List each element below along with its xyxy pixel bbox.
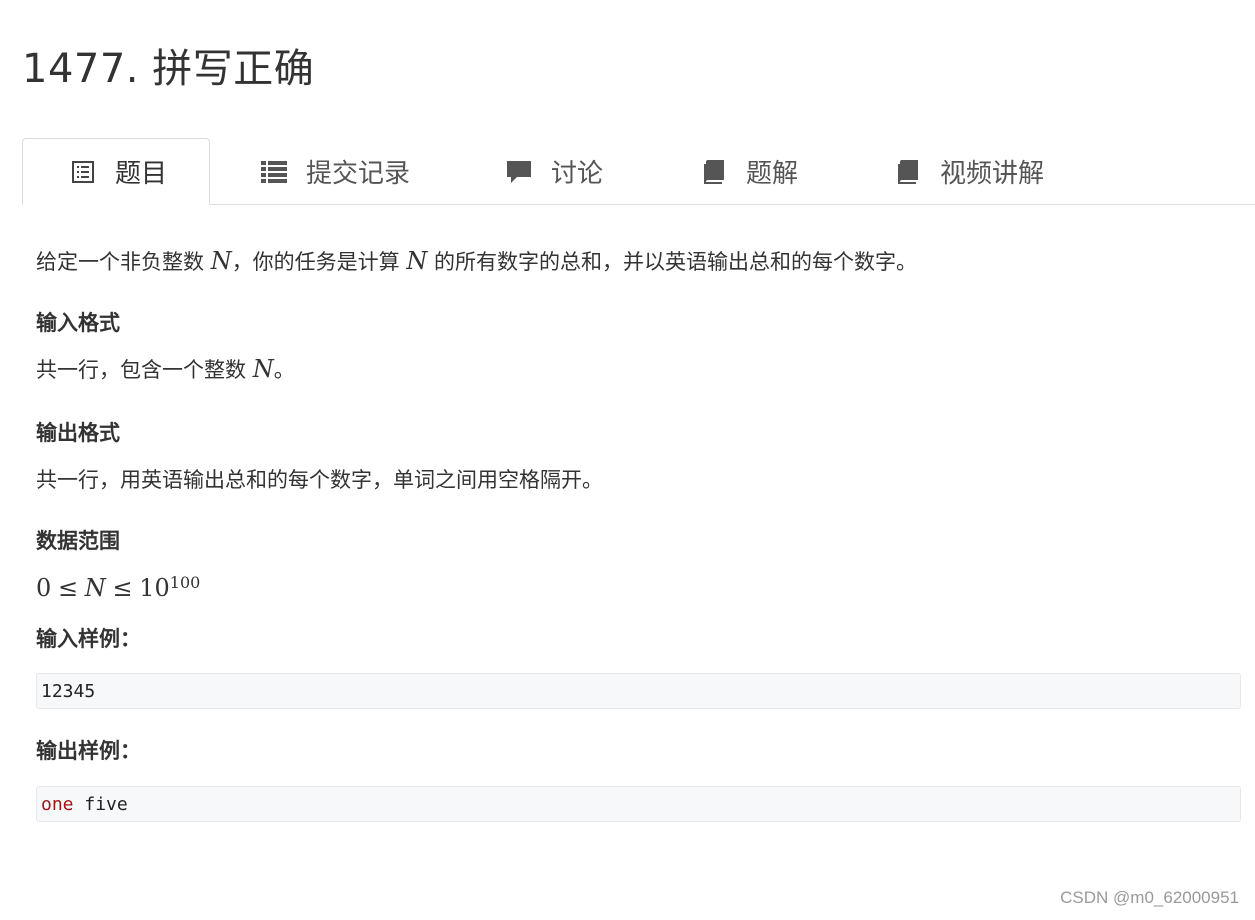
book-icon bbox=[700, 158, 728, 186]
constraints-formula: 0 ≤ N ≤ 10100 bbox=[36, 573, 201, 602]
input-format-heading: 输入格式 bbox=[36, 311, 120, 335]
constraints-heading: 数据范围 bbox=[36, 529, 120, 553]
tab-label: 视频讲解 bbox=[940, 159, 1045, 189]
list-alt-icon bbox=[69, 158, 97, 186]
tab-solutions[interactable]: 题解 bbox=[700, 138, 798, 205]
tab-video-solutions[interactable]: 视频讲解 bbox=[894, 138, 1044, 205]
page-title: 1477. 拼写正确 bbox=[22, 46, 315, 92]
sample-input-code[interactable]: 12345 bbox=[36, 673, 1241, 709]
watermark: CSDN @m0_62000951 bbox=[1060, 888, 1239, 907]
math-var: N bbox=[252, 355, 274, 383]
math-var: N bbox=[406, 247, 428, 275]
tab-discussion[interactable]: 讨论 bbox=[505, 138, 603, 205]
problem-description: 给定一个非负整数 N，你的任务是计算 N 的所有数字的总和，并以英语输出总和的每… bbox=[36, 247, 918, 275]
output-format-heading: 输出格式 bbox=[36, 421, 120, 445]
tab-label: 题目 bbox=[115, 159, 168, 189]
book-icon bbox=[894, 158, 922, 186]
sample-input-heading: 输入样例： bbox=[36, 627, 141, 651]
tab-label: 提交记录 bbox=[306, 159, 411, 189]
output-format-text: 共一行，用英语输出总和的每个数字，单词之间用空格隔开。 bbox=[36, 468, 603, 492]
comment-icon bbox=[505, 158, 533, 186]
code-keyword: one bbox=[41, 794, 74, 815]
input-format-text: 共一行，包含一个整数 N。 bbox=[36, 355, 295, 383]
tab-submissions[interactable]: 提交记录 bbox=[260, 138, 410, 205]
tab-label: 题解 bbox=[746, 159, 799, 189]
tab-problem[interactable]: 题目 bbox=[22, 138, 210, 205]
problem-content: 给定一个非负整数 N，你的任务是计算 N 的所有数字的总和，并以英语输出总和的每… bbox=[36, 246, 1241, 822]
list-icon bbox=[260, 158, 288, 186]
tab-label: 讨论 bbox=[551, 159, 604, 189]
sample-output-code[interactable]: one five bbox=[36, 786, 1241, 822]
math-var: N bbox=[210, 247, 232, 275]
sample-output-heading: 输出样例： bbox=[36, 739, 141, 763]
